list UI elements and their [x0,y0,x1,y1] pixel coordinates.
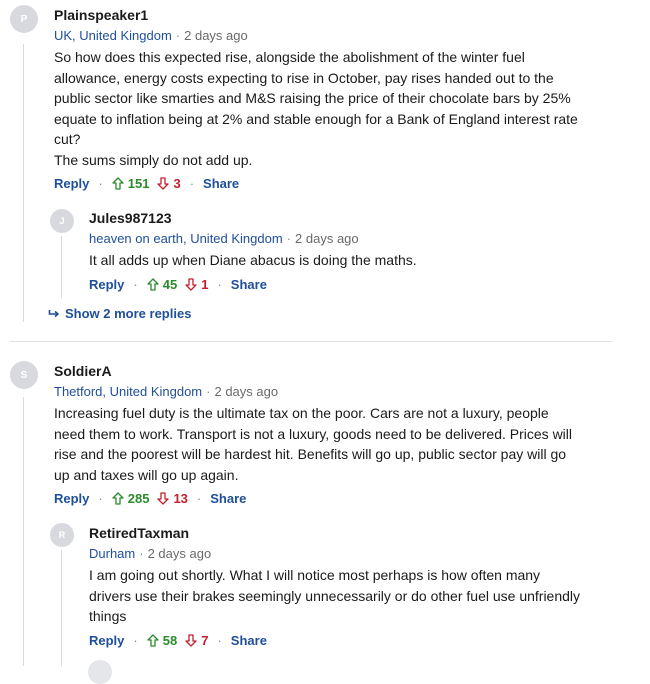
thread-line [23,397,24,666]
comment-text-line: allowance, energy costs expecting to ris… [54,69,554,86]
upvote-button[interactable]: 45 [147,277,177,292]
comment-username[interactable]: Plainspeaker1 [54,7,148,23]
share-button[interactable]: Share [210,491,246,506]
reply-button[interactable]: Reply [54,176,89,191]
downvote-count: 7 [201,633,209,648]
comment-text-line: It all adds up when Diane abacus is doin… [89,252,417,268]
comment-location: UK, United Kingdom [54,28,172,43]
share-button[interactable]: Share [231,277,267,292]
comment-actions: Reply · 58 7 · Share [89,633,267,648]
upvote-button[interactable]: 58 [147,633,177,648]
avatar: J [50,209,74,233]
downvote-count: 3 [173,176,181,191]
comment-text-line: cut? [54,131,81,147]
comment-meta: Durham · 2 days ago [89,546,211,561]
comment-meta: UK, United Kingdom · 2 days ago [54,28,248,43]
comment-actions: Reply · 45 1 · Share [89,277,267,292]
comment-username[interactable]: RetiredTaxman [89,525,189,541]
comment-actions: Reply · 285 13 · Share [54,491,246,506]
comment-meta: Thetford, United Kingdom · 2 days ago [54,384,278,399]
arrow-down-icon [157,177,170,190]
comment-location: heaven on earth, United Kingdom [89,231,283,246]
downvote-button[interactable]: 3 [157,176,181,191]
comment-time: 2 days ago [295,231,359,246]
upvote-button[interactable]: 285 [112,491,150,506]
upvote-count: 45 [162,277,178,292]
comment-text-line: So how does this expected rise, alongsid… [54,49,525,65]
separator-dot: · [217,277,222,292]
thread-line [61,550,62,666]
comment-text-line: public sector like smarties and M&S rais… [54,90,571,106]
share-button[interactable]: Share [203,176,239,191]
share-button[interactable]: Share [231,633,267,648]
comment-text-line: drivers use their brakes seemingly unnec… [89,587,581,604]
arrow-down-icon [185,634,197,647]
show-more-replies-label: Show 2 more replies [65,306,192,321]
comment-meta: heaven on earth, United Kingdom · 2 days a… [89,231,359,246]
separator-dot: · [133,633,138,648]
comment-time: 2 days ago [184,28,248,43]
meta-separator: · [206,384,211,399]
separator-dot: · [189,176,195,191]
separator-dot: · [133,277,138,292]
comment-text-line: rise and the poorest will be hardest hit… [54,446,567,462]
meta-separator: · [175,28,181,43]
comment-body: I am going out shortly. What I will noti… [89,565,634,627]
arrow-down-icon [185,278,197,291]
meta-separator: · [286,231,292,246]
downvote-button[interactable]: 13 [157,491,188,506]
separator-dot: · [217,633,222,648]
comment-username[interactable]: SoldierA [54,363,112,379]
downvote-button[interactable]: 7 [185,633,208,648]
arrow-up-icon [112,492,124,505]
upvote-count: 285 [127,491,150,506]
upvote-count: 151 [127,176,150,191]
arrow-up-icon [112,177,124,190]
comment-text-line: The sums simply do not add up. [54,151,253,168]
comment-actions: Reply · 151 3 · Share [54,176,239,191]
show-more-replies-button[interactable]: Show 2 more replies [48,306,191,321]
downvote-count: 13 [173,491,188,506]
reply-button[interactable]: Reply [89,277,124,292]
comment-text-line: I am going out shortly. What I will noti… [89,567,541,583]
reply-arrow-icon [48,309,59,317]
reply-button[interactable]: Reply [89,633,124,648]
comment-location: Thetford, United Kingdom [54,384,203,399]
separator-dot: · [98,491,103,506]
downvote-button[interactable]: 1 [185,277,208,292]
upvote-button[interactable]: 151 [112,176,150,191]
separator-dot: · [196,491,202,506]
comment-username[interactable]: Jules987123 [89,210,172,226]
arrow-down-icon [157,492,170,505]
avatar: P [10,5,38,33]
arrow-up-icon [147,634,159,647]
comment-text-line: Increasing fuel duty is the ultimate tax… [54,405,549,421]
thread-line [23,44,24,322]
separator-dot: · [98,176,103,191]
downvote-count: 1 [201,277,209,292]
meta-separator: · [139,546,144,561]
comment-divider [10,341,612,342]
comment-time: 2 days ago [214,384,279,399]
comment-text-line: equate to inflation being at 2% and stab… [54,110,578,127]
comment-text-line: up and taxes will go up again. [54,466,239,483]
comment-time: 2 days ago [147,546,212,561]
comment-location: Durham [89,546,136,561]
avatar: R [50,523,74,547]
arrow-up-icon [147,278,159,291]
avatar: S [10,361,38,389]
avatar [88,660,112,684]
thread-line [61,236,62,298]
comment-body: It all adds up when Diane abacus is doin… [89,250,629,271]
upvote-count: 58 [162,633,178,648]
comment-body: Increasing fuel duty is the ultimate tax… [54,403,639,485]
comment-text-line: need them to work. Transport is not a lu… [54,425,573,442]
reply-button[interactable]: Reply [54,491,89,506]
comment-text-line: things [89,608,127,624]
comment-body: So how does this expected rise, alongsid… [54,47,634,170]
